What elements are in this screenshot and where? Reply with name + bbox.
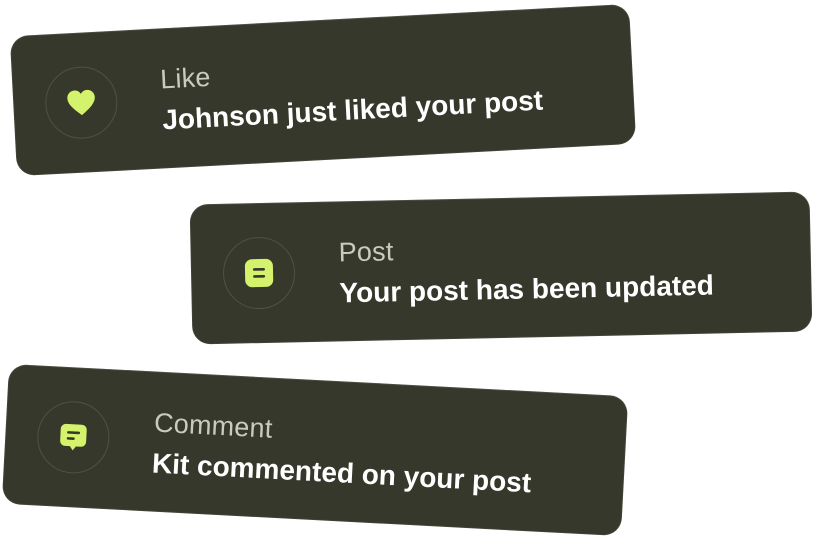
icon-container <box>35 399 112 476</box>
heart-icon <box>66 88 97 118</box>
notification-message: Johnson just liked your post <box>161 84 544 136</box>
notification-message: Kit commented on your post <box>151 447 532 499</box>
icon-container <box>222 236 296 310</box>
notification-card-comment[interactable]: Comment Kit commented on your post <box>1 363 629 537</box>
notification-title: Like <box>159 61 212 95</box>
notification-card-like[interactable]: Like Johnson just liked your post <box>9 3 637 177</box>
comment-bubble-icon <box>57 421 91 455</box>
notification-card-post[interactable]: Post Your post has been updated <box>189 191 813 345</box>
notification-message: Your post has been updated <box>339 269 715 309</box>
post-document-icon <box>243 257 276 290</box>
notification-title: Post <box>338 236 394 268</box>
notification-stack: Like Johnson just liked your post Post Y… <box>0 0 813 538</box>
notification-title: Comment <box>153 407 274 444</box>
icon-container <box>43 64 120 141</box>
